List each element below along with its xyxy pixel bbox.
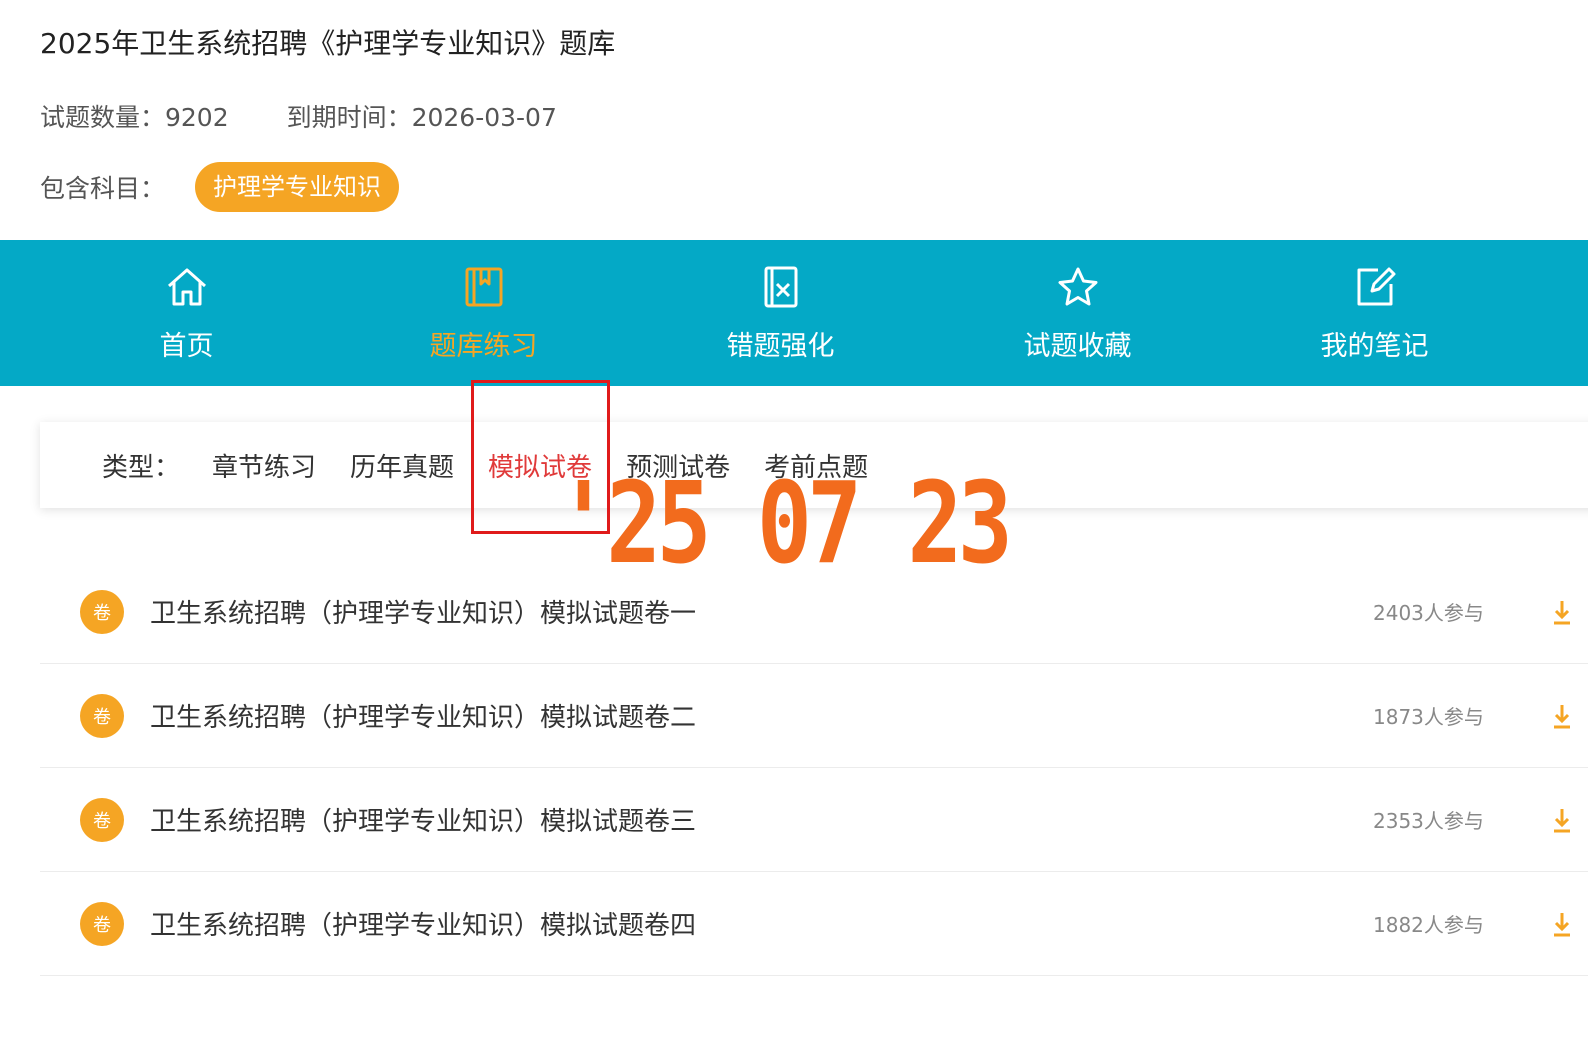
list-item[interactable]: 卷 卫生系统招聘（护理学专业知识）模拟试题卷四 1882人参与 <box>40 872 1588 976</box>
subjects-label: 包含科目： <box>40 174 166 203</box>
wrong-question-icon <box>764 266 797 308</box>
paper-title[interactable]: 卫生系统招聘（护理学专业知识）模拟试题卷三 <box>150 801 696 838</box>
filter-pre-exam-tips[interactable]: 考前点题 <box>764 447 868 484</box>
type-label: 类型： <box>102 452 181 483</box>
download-icon[interactable] <box>1552 805 1572 835</box>
subjects-row: 包含科目： 护理学专业知识 <box>40 162 400 212</box>
paper-badge: 卷 <box>80 693 124 738</box>
list-item[interactable]: 卷 卫生系统招聘（护理学专业知识）模拟试题卷二 1873人参与 <box>40 664 1588 768</box>
nav-notes[interactable]: 我的笔记 <box>1226 240 1523 386</box>
participant-count: 1882人参与 <box>1373 913 1484 937</box>
nav-wrong-questions[interactable]: 错题强化 <box>632 240 929 386</box>
nav-label: 首页 <box>159 331 214 362</box>
paper-list: 卷 卫生系统招聘（护理学专业知识）模拟试题卷一 2403人参与 卷 卫生系统招聘… <box>40 560 1588 976</box>
nav-label: 我的笔记 <box>1320 331 1429 362</box>
download-icon[interactable] <box>1552 909 1572 939</box>
filter-chapter-practice[interactable]: 章节练习 <box>212 447 316 484</box>
nav-favorites[interactable]: 试题收藏 <box>929 240 1226 386</box>
paper-badge: 卷 <box>80 589 124 634</box>
filter-predicted-papers[interactable]: 预测试卷 <box>626 447 730 484</box>
participant-count: 1873人参与 <box>1373 705 1484 729</box>
home-icon <box>167 268 206 306</box>
expiry-date: 到期时间：2026-03-07 <box>286 103 557 132</box>
list-item[interactable]: 卷 卫生系统招聘（护理学专业知识）模拟试题卷一 2403人参与 <box>40 560 1588 664</box>
participant-count: 2403人参与 <box>1373 601 1484 625</box>
bank-meta: 试题数量：9202 到期时间：2026-03-07 <box>40 98 607 134</box>
filter-mock-papers[interactable]: 模拟试卷 <box>488 447 592 484</box>
type-filter: 类型： 章节练习 历年真题 模拟试卷 预测试卷 考前点题 <box>40 422 1588 508</box>
edit-note-icon <box>1357 267 1395 306</box>
paper-badge: 卷 <box>80 797 124 842</box>
nav-home[interactable]: 首页 <box>38 240 335 386</box>
participant-count: 2353人参与 <box>1373 809 1484 833</box>
nav-question-bank[interactable]: 题库练习 <box>335 240 632 386</box>
download-icon[interactable] <box>1552 597 1572 627</box>
list-item[interactable]: 卷 卫生系统招聘（护理学专业知识）模拟试题卷三 2353人参与 <box>40 768 1588 872</box>
filter-past-exams[interactable]: 历年真题 <box>350 447 454 484</box>
nav-label: 试题收藏 <box>1023 331 1132 362</box>
question-count: 试题数量：9202 <box>40 103 229 132</box>
nav-label: 错题强化 <box>726 331 835 362</box>
paper-title[interactable]: 卫生系统招聘（护理学专业知识）模拟试题卷四 <box>150 905 696 942</box>
page-title: 2025年卫生系统招聘《护理学专业知识》题库 <box>40 27 616 60</box>
download-icon[interactable] <box>1552 701 1572 731</box>
paper-badge: 卷 <box>80 901 124 946</box>
paper-title[interactable]: 卫生系统招聘（护理学专业知识）模拟试题卷二 <box>150 697 696 734</box>
main-nav: 首页 题库练习 错题强化 试题收藏 我的笔记 <box>0 240 1588 386</box>
subject-tag[interactable]: 护理学专业知识 <box>195 162 400 212</box>
book-icon <box>465 267 502 307</box>
star-icon <box>1058 267 1097 306</box>
nav-label: 题库练习 <box>429 331 538 362</box>
paper-title[interactable]: 卫生系统招聘（护理学专业知识）模拟试题卷一 <box>150 593 696 630</box>
